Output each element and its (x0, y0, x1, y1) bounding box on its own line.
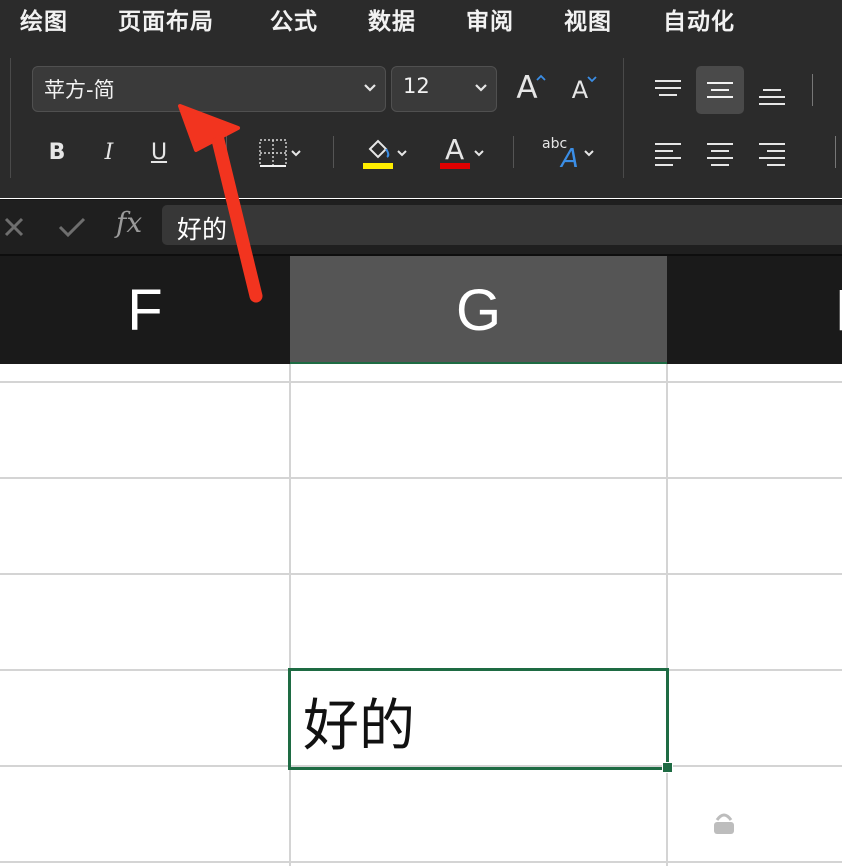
watermark-url: luyouqi.com (758, 832, 826, 845)
watermark: 路由器 luyouqi.com (700, 800, 840, 850)
annotation-arrow (178, 104, 263, 303)
router-logo-icon (703, 803, 745, 845)
